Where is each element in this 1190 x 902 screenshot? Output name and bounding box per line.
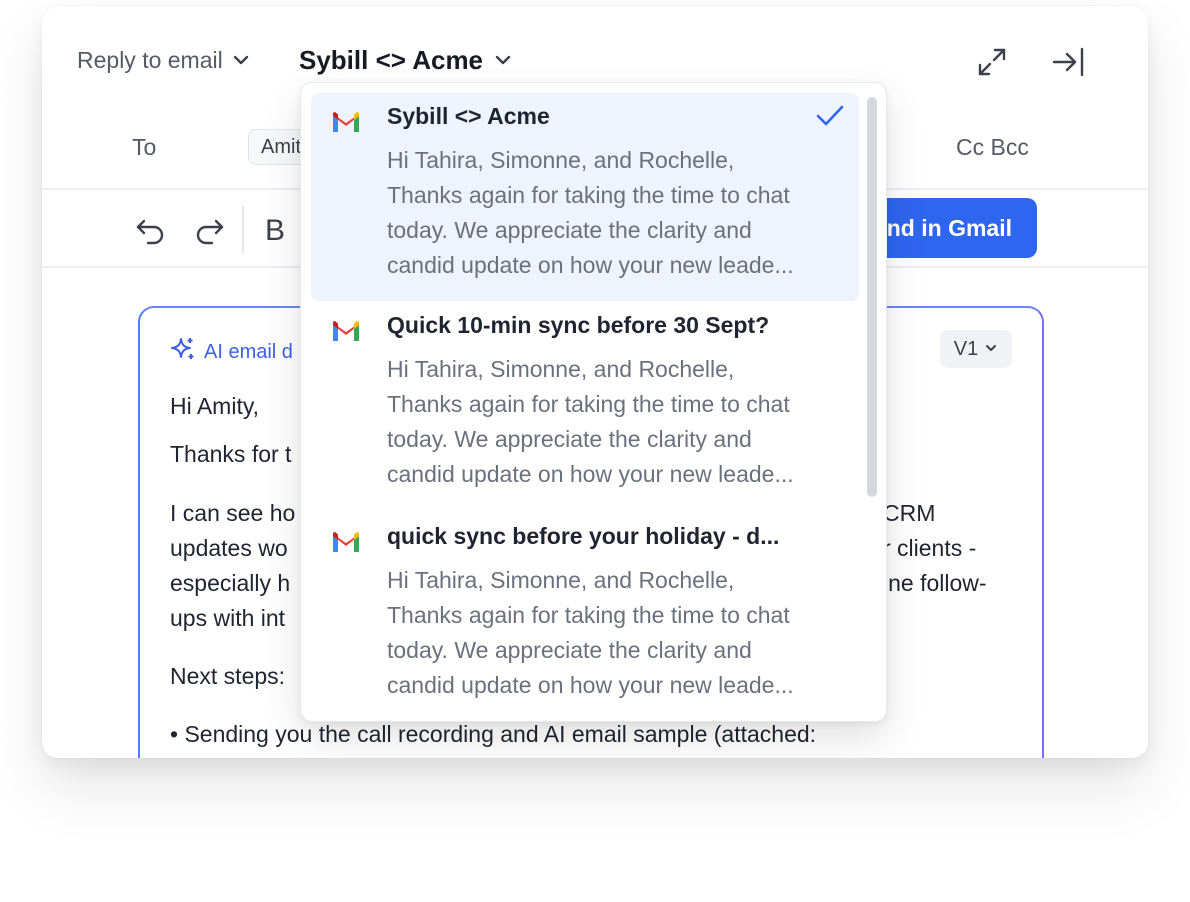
reply-mode-select[interactable]: Reply to email bbox=[77, 42, 251, 78]
thread-option-subject: Sybill <> Acme bbox=[387, 103, 550, 129]
thread-option-subject: Quick 10-min sync before 30 Sept? bbox=[387, 312, 770, 338]
thread-option-subject: quick sync before your holiday - d... bbox=[387, 523, 780, 549]
version-label: V1 bbox=[953, 337, 979, 360]
thread-option-preview: Hi Tahira, Simonne, and Rochelle, Thanks… bbox=[387, 143, 857, 283]
preview-line: today. We appreciate the clarity and bbox=[387, 637, 752, 663]
toolbar-separator bbox=[242, 206, 244, 254]
thread-select[interactable]: Sybill <> Acme bbox=[299, 42, 513, 78]
ai-draft-label: AI email d bbox=[204, 340, 293, 363]
version-select[interactable]: V1 bbox=[940, 330, 1012, 368]
chevron-down-icon bbox=[231, 50, 251, 70]
collapse-panel-icon[interactable] bbox=[1050, 44, 1086, 80]
preview-line: Hi Tahira, Simonne, and Rochelle, bbox=[387, 147, 735, 173]
preview-line: Hi Tahira, Simonne, and Rochelle, bbox=[387, 356, 735, 382]
preview-line: candid update on how your new leade... bbox=[387, 461, 794, 487]
draft-bullet: • Sending you the call recording and AI … bbox=[170, 721, 817, 747]
check-icon bbox=[815, 103, 845, 134]
email-composer: Reply to email Sybill <> Acme To Amit Cc… bbox=[42, 6, 1148, 758]
thread-option-preview: Hi Tahira, Simonne, and Rochelle, Thanks… bbox=[387, 352, 857, 492]
preview-line: candid update on how your new leade... bbox=[387, 252, 794, 278]
thread-dropdown: Sybill <> Acme Hi Tahira, Simonne, and R… bbox=[300, 82, 887, 722]
gmail-icon bbox=[331, 111, 361, 140]
draft-paragraph-line: ups with int bbox=[170, 605, 286, 631]
dropdown-scrollbar[interactable] bbox=[867, 97, 877, 497]
ai-draft-badge: AI email d bbox=[170, 336, 293, 368]
draft-greeting: Hi Amity, bbox=[170, 393, 260, 419]
gmail-icon bbox=[331, 320, 361, 349]
thread-option[interactable]: Quick 10-min sync before 30 Sept? Hi Tah… bbox=[311, 302, 859, 510]
sparkle-icon bbox=[170, 336, 196, 368]
preview-line: Thanks again for taking the time to chat bbox=[387, 602, 790, 628]
thread-option[interactable]: Sybill <> Acme Hi Tahira, Simonne, and R… bbox=[311, 93, 859, 301]
undo-icon[interactable] bbox=[130, 211, 170, 251]
preview-line: Thanks again for taking the time to chat bbox=[387, 391, 790, 417]
thread-option-preview: Hi Tahira, Simonne, and Rochelle, Thanks… bbox=[387, 563, 857, 703]
draft-paragraph-line: r clients - bbox=[883, 535, 977, 561]
bold-button[interactable]: B bbox=[255, 211, 295, 251]
chevron-down-icon bbox=[493, 50, 513, 70]
draft-next-steps: Next steps: bbox=[170, 663, 286, 689]
draft-paragraph-line: I can see ho bbox=[170, 500, 296, 526]
draft-paragraph-line: especially h bbox=[170, 570, 291, 596]
expand-icon[interactable] bbox=[974, 44, 1010, 80]
preview-line: today. We appreciate the clarity and bbox=[387, 426, 752, 452]
preview-line: today. We appreciate the clarity and bbox=[387, 217, 752, 243]
reply-mode-label: Reply to email bbox=[77, 46, 223, 73]
draft-paragraph-line: ine follow- bbox=[883, 570, 987, 596]
draft-thanks-line: Thanks for t bbox=[170, 441, 292, 467]
thread-subject-label: Sybill <> Acme bbox=[299, 44, 484, 75]
to-label: To bbox=[132, 134, 157, 160]
preview-line: Hi Tahira, Simonne, and Rochelle, bbox=[387, 567, 735, 593]
preview-line: Thanks again for taking the time to chat bbox=[387, 182, 790, 208]
thread-option[interactable]: quick sync before your holiday - d... Hi… bbox=[311, 513, 859, 721]
redo-icon[interactable] bbox=[190, 211, 230, 251]
draft-paragraph-line: CRM bbox=[883, 500, 936, 526]
chevron-down-icon bbox=[984, 338, 998, 361]
cc-bcc-toggle[interactable]: Cc Bcc bbox=[956, 134, 1029, 161]
preview-line: candid update on how your new leade... bbox=[387, 672, 794, 698]
draft-paragraph-line: updates wo bbox=[170, 535, 288, 561]
gmail-icon bbox=[331, 531, 361, 560]
